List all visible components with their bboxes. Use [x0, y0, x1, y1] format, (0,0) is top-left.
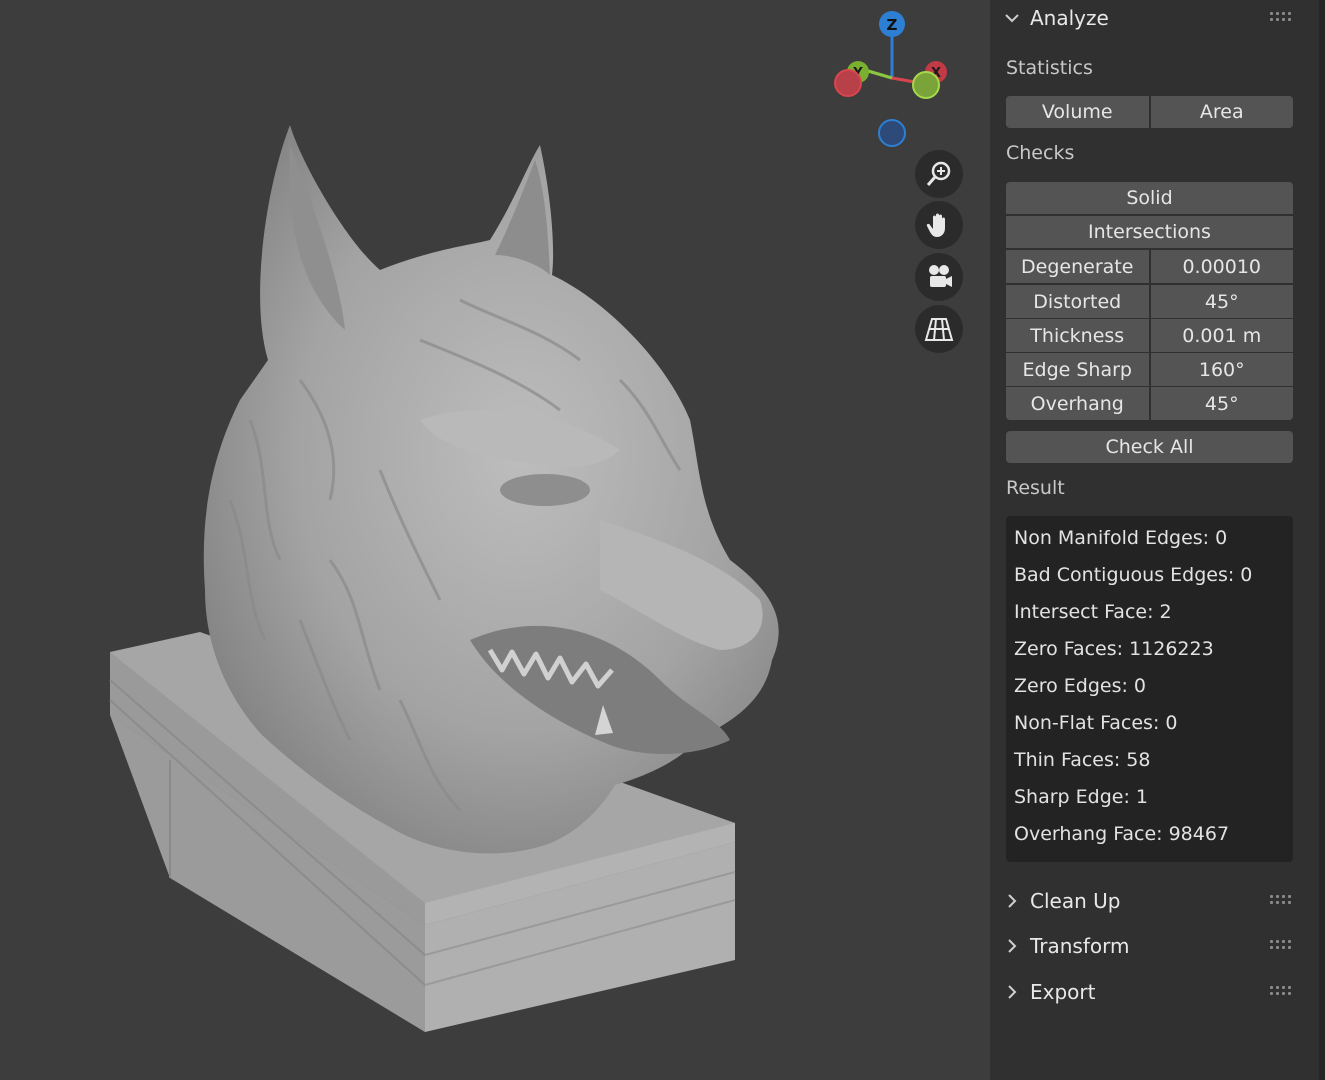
thickness-button[interactable]: Thickness — [1006, 319, 1149, 352]
sidebar-scrollbar[interactable] — [1319, 0, 1325, 1080]
intersections-button[interactable]: Intersections — [1006, 216, 1293, 248]
transform-panel-title: Transform — [1030, 934, 1130, 958]
result-item[interactable]: Zero Edges: 0 — [1014, 675, 1146, 697]
drag-handle-icon[interactable] — [1270, 891, 1292, 911]
chevron-right-icon — [1004, 893, 1024, 909]
result-item[interactable]: Bad Contiguous Edges: 0 — [1014, 564, 1252, 586]
clean-up-panel-title: Clean Up — [1030, 889, 1121, 913]
check-row-distorted: Distorted 45° — [1006, 285, 1293, 318]
navigation-gizmo[interactable]: X Y Z — [828, 6, 958, 156]
pan-button[interactable] — [915, 201, 963, 249]
sidebar-3d-print-toolbox: Analyze Statistics Volume Area Checks So… — [990, 0, 1325, 1080]
gizmo-neg-x-axis[interactable] — [834, 69, 862, 97]
distorted-angle-field[interactable]: 45° — [1150, 285, 1293, 318]
thickness-field[interactable]: 0.001 m — [1150, 319, 1293, 352]
gizmo-neg-y-axis[interactable] — [912, 71, 940, 99]
drag-handle-icon[interactable] — [1270, 982, 1292, 1002]
gizmo-z-label: Z — [887, 16, 898, 34]
overhang-button[interactable]: Overhang — [1006, 387, 1149, 420]
result-item[interactable]: Thin Faces: 58 — [1014, 749, 1151, 771]
degenerate-threshold-field[interactable]: 0.00010 — [1150, 250, 1293, 283]
result-item[interactable]: Zero Faces: 1126223 — [1014, 638, 1214, 660]
zoom-button[interactable] — [915, 150, 963, 198]
transform-panel-header[interactable]: Transform — [990, 928, 1310, 964]
degenerate-button[interactable]: Degenerate — [1006, 250, 1149, 283]
check-row-thickness: Thickness 0.001 m — [1006, 319, 1293, 352]
result-item[interactable]: Overhang Face: 98467 — [1014, 823, 1229, 845]
edge-sharp-angle-field[interactable]: 160° — [1150, 353, 1293, 386]
chevron-right-icon — [1004, 938, 1024, 954]
gizmo-neg-z-axis[interactable] — [878, 119, 906, 147]
result-item[interactable]: Sharp Edge: 1 — [1014, 786, 1148, 808]
export-panel-header[interactable]: Export — [990, 974, 1310, 1010]
result-label: Result — [1006, 477, 1065, 499]
check-all-button[interactable]: Check All — [1006, 431, 1293, 463]
camera-icon — [929, 265, 952, 287]
result-item[interactable]: Non-Flat Faces: 0 — [1014, 712, 1177, 734]
overhang-angle-field[interactable]: 45° — [1150, 387, 1293, 420]
result-item[interactable]: Non Manifold Edges: 0 — [1014, 527, 1227, 549]
zoom-icon — [926, 161, 951, 186]
check-row-edge-sharp: Edge Sharp 160° — [1006, 353, 1293, 386]
checks-label: Checks — [1006, 142, 1075, 164]
statistics-label: Statistics — [1006, 57, 1093, 79]
result-list: Non Manifold Edges: 0 Bad Contiguous Edg… — [1006, 516, 1293, 862]
wolf-head-model — [109, 125, 779, 1032]
solid-button[interactable]: Solid — [1006, 182, 1293, 214]
volume-button[interactable]: Volume — [1006, 96, 1149, 128]
analyze-panel-header[interactable]: Analyze — [990, 0, 1310, 36]
grid-icon — [924, 318, 954, 341]
analyze-panel-title: Analyze — [1030, 6, 1109, 30]
distorted-button[interactable]: Distorted — [1006, 285, 1149, 318]
statistics-buttons: Volume Area — [1006, 96, 1293, 128]
export-panel-title: Export — [1030, 980, 1096, 1004]
3d-viewport[interactable]: X Y Z — [0, 0, 990, 1080]
camera-view-button[interactable] — [915, 253, 963, 301]
check-row-degenerate: Degenerate 0.00010 — [1006, 250, 1293, 283]
chevron-right-icon — [1004, 984, 1024, 1000]
result-item[interactable]: Intersect Face: 2 — [1014, 601, 1172, 623]
drag-handle-icon[interactable] — [1270, 936, 1292, 956]
drag-handle-icon[interactable] — [1270, 8, 1292, 28]
check-row-overhang: Overhang 45° — [1006, 387, 1293, 420]
chevron-down-icon — [1004, 10, 1024, 26]
clean-up-panel-header[interactable]: Clean Up — [990, 883, 1310, 919]
edge-sharp-button[interactable]: Edge Sharp — [1006, 353, 1149, 386]
area-button[interactable]: Area — [1150, 96, 1293, 128]
hand-icon — [926, 213, 945, 237]
perspective-toggle-button[interactable] — [915, 305, 963, 353]
